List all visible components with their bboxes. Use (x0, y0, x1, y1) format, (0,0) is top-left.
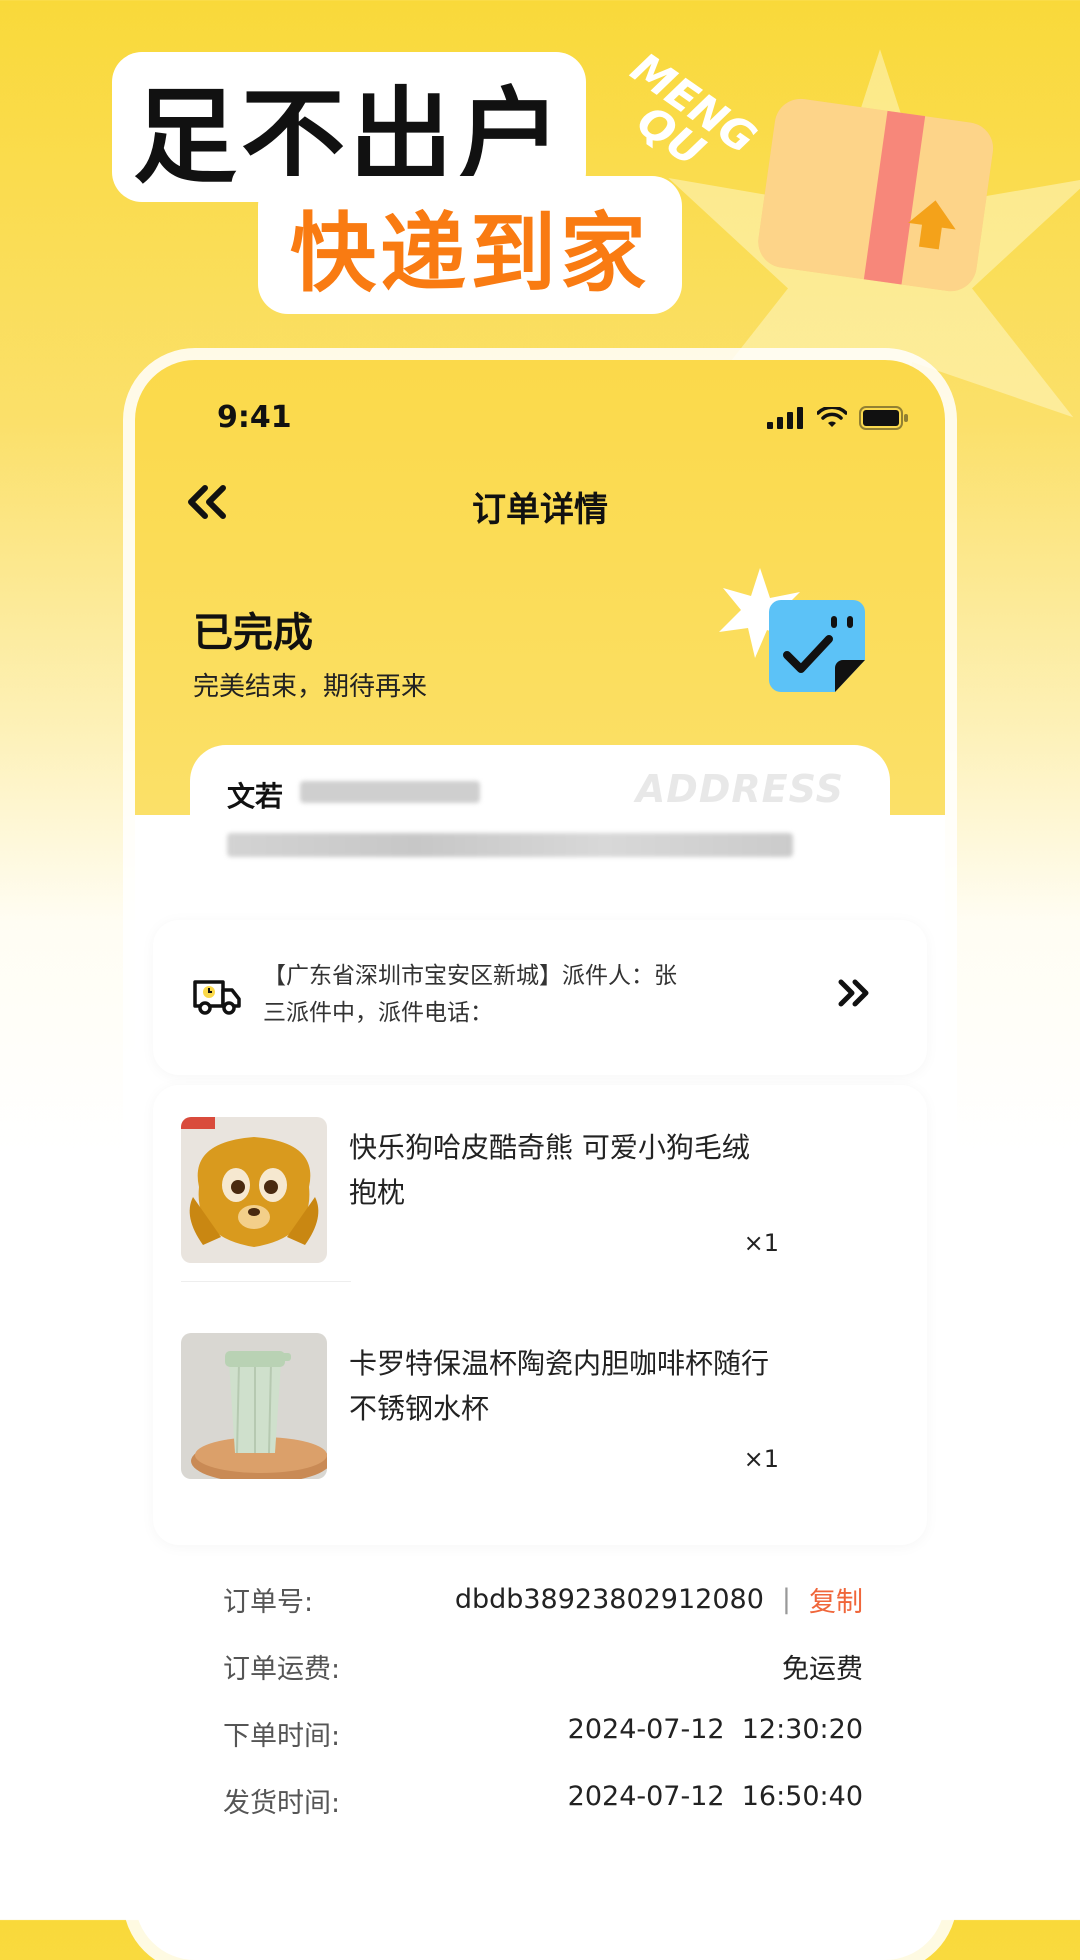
products-card: 快乐狗哈皮酷奇熊 可爱小狗毛绒抱枕 ×1 卡罗特保温杯陶瓷内胆咖啡杯随行不锈钢水… (153, 1085, 927, 1545)
ship-time-label: 发货时间: (223, 1788, 341, 1819)
truck-icon (193, 980, 241, 1015)
product-quantity: ×1 (743, 1229, 779, 1257)
logistics-status-text: 【广东省深圳市宝安区新城】派件人：张三派件中，派件电话： (263, 963, 677, 1026)
promo-headline-line2: 快递到家 (258, 176, 682, 314)
package-icon (758, 98, 994, 292)
chevron-right-icon[interactable] (835, 976, 871, 1010)
order-status-subtitle: 完美结束，期待再来 (193, 672, 428, 702)
order-time-label: 下单时间: (223, 1721, 341, 1752)
recipient-phone-redacted (300, 781, 480, 803)
order-number-label: 订单号: (223, 1587, 314, 1618)
recipient-name: 文若 (227, 780, 284, 813)
product-item[interactable]: 快乐狗哈皮酷奇熊 可爱小狗毛绒抱枕 ×1 (181, 1117, 881, 1267)
address-watermark: ADDRESS (635, 767, 844, 811)
order-number-value: dbdb38923802912080 (454, 1584, 764, 1615)
product-item[interactable]: 卡罗特保温杯陶瓷内胆咖啡杯随行不锈钢水杯 ×1 (181, 1333, 881, 1483)
ship-time-value: 2024-07-12 16:50:40 (567, 1781, 863, 1812)
status-bar-time: 9:41 (217, 400, 292, 435)
page-title: 订单详情 (472, 490, 608, 530)
order-time-value: 2024-07-12 12:30:20 (567, 1714, 863, 1745)
product-quantity: ×1 (743, 1445, 779, 1473)
phone-mockup: 9:41 订单详情 已完成 完美结束，期待再来 文若 ADDRESS 【广东省深… (135, 360, 945, 1960)
shipping-fee-label: 订单运费: (223, 1654, 341, 1685)
product-name: 卡罗特保温杯陶瓷内胆咖啡杯随行不锈钢水杯 (349, 1347, 770, 1425)
shipping-fee-value: 免运费 (782, 1654, 863, 1685)
order-number-value-group: dbdb38923802912080 | 复制 (455, 1580, 863, 1619)
address-card[interactable]: 文若 ADDRESS (190, 745, 890, 915)
copy-button[interactable]: 复制 (809, 1580, 863, 1619)
order-number-row: 订单号: dbdb38923802912080 | 复制 (223, 1580, 863, 1647)
product-image-plush-pillow (181, 1117, 327, 1263)
shipping-fee-row: 订单运费: 免运费 (223, 1647, 863, 1714)
copy-separator: | (781, 1584, 791, 1615)
wifi-icon (817, 407, 847, 427)
completed-check-icon (719, 568, 865, 692)
order-time-row: 下单时间: 2024-07-12 12:30:20 (223, 1714, 863, 1781)
signal-icon (767, 407, 803, 429)
battery-icon (859, 406, 908, 430)
product-name: 快乐狗哈皮酷奇熊 可爱小狗毛绒抱枕 (349, 1131, 750, 1209)
product-image-thermos-cup (181, 1333, 327, 1479)
logistics-card[interactable]: 【广东省深圳市宝安区新城】派件人：张三派件中，派件电话： (153, 920, 927, 1075)
ship-time-row: 发货时间: 2024-07-12 16:50:40 (223, 1781, 863, 1848)
order-info: 订单号: dbdb38923802912080 | 复制 订单运费: 免运费 下… (223, 1580, 863, 1848)
status-bar-icons (767, 406, 909, 430)
product-divider (181, 1281, 351, 1282)
order-status-title: 已完成 (193, 610, 313, 656)
address-line-redacted (227, 833, 793, 857)
